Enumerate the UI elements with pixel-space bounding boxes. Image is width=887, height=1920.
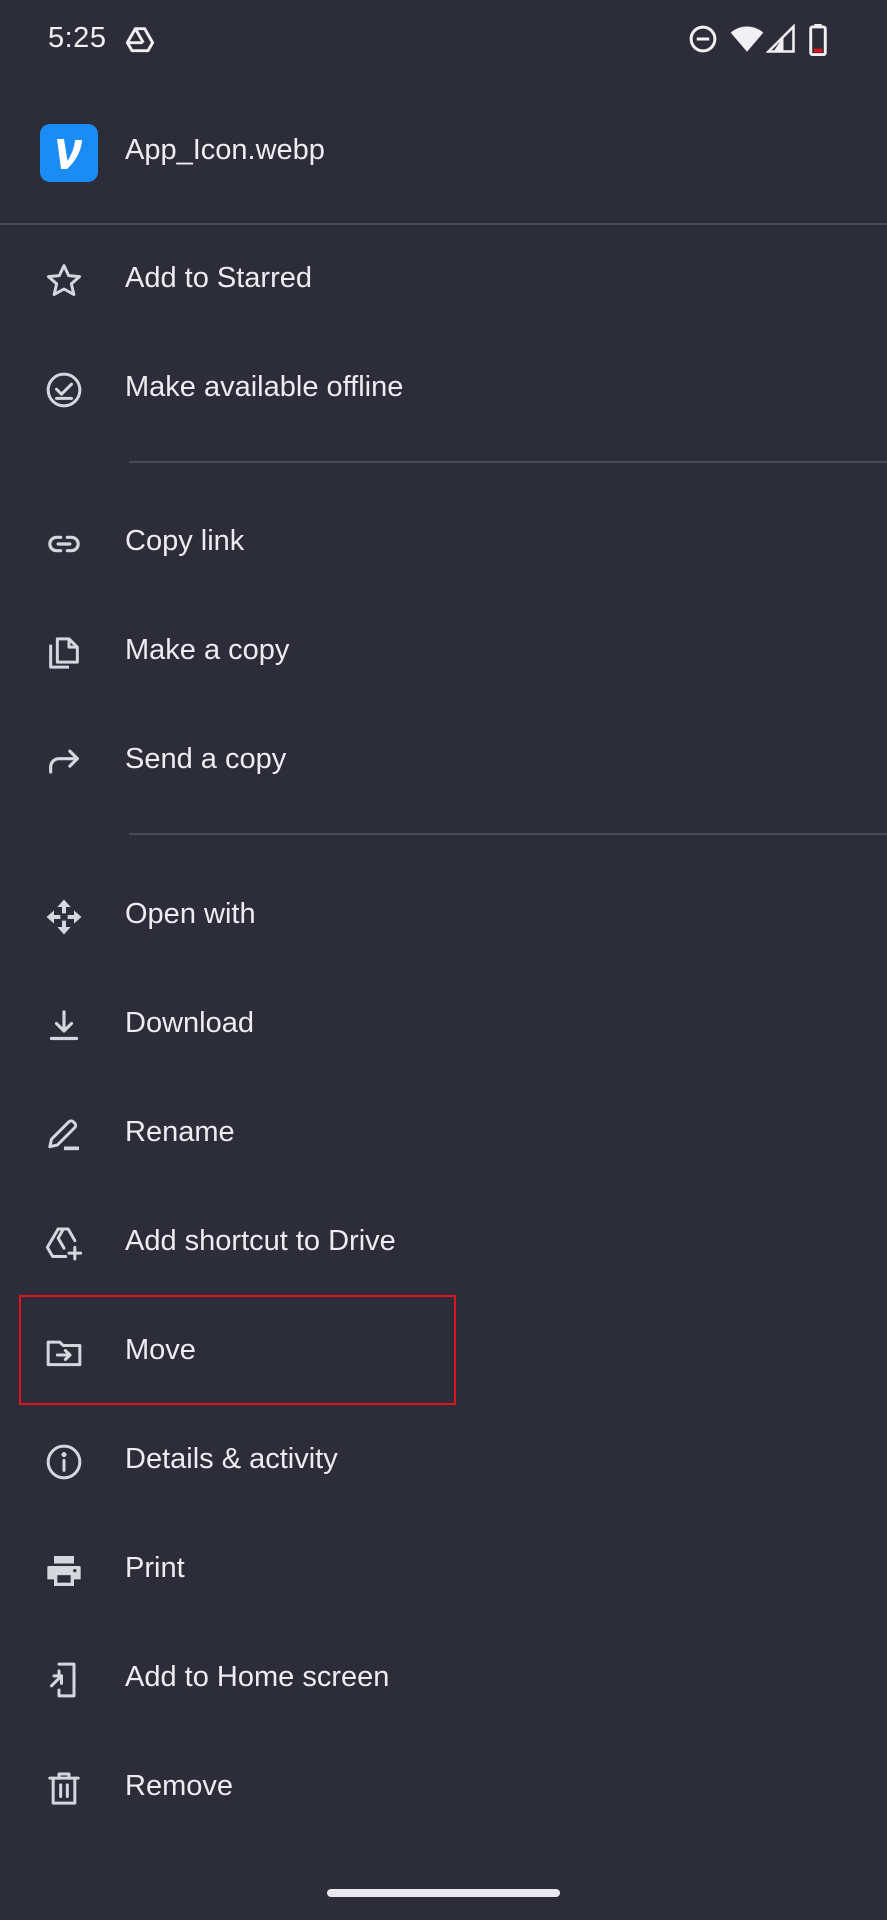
menu-item-label: Make available offline	[125, 371, 404, 403]
section-divider	[129, 461, 887, 463]
star-icon	[44, 261, 84, 301]
add-to-home-icon	[44, 1660, 84, 1700]
menu-item-add-to-home-screen[interactable]: Add to Home screen	[0, 1625, 887, 1733]
download-icon	[44, 1006, 84, 1046]
drive-notification-icon	[124, 24, 156, 56]
menu-item-label: Download	[125, 1007, 254, 1039]
trash-icon	[44, 1769, 84, 1809]
info-icon	[44, 1442, 84, 1482]
battery-icon	[808, 24, 828, 56]
file-header: App_Icon.webp	[0, 110, 887, 192]
menu-item-open-with[interactable]: Open with	[0, 862, 887, 970]
menu-item-copy-link[interactable]: Copy link	[0, 489, 887, 597]
menu-item-label: Print	[125, 1552, 185, 1584]
link-icon	[44, 524, 84, 564]
menu-item-rename[interactable]: Rename	[0, 1080, 887, 1188]
file-name: App_Icon.webp	[125, 134, 325, 166]
menu-item-add-shortcut-to-drive[interactable]: Add shortcut to Drive	[0, 1189, 887, 1297]
menu-item-label: Send a copy	[125, 743, 287, 775]
menu-item-remove[interactable]: Remove	[0, 1734, 887, 1842]
menu-item-make-available-offline[interactable]: Make available offline	[0, 335, 887, 443]
menu-item-send-a-copy[interactable]: Send a copy	[0, 707, 887, 815]
menu-item-label: Rename	[125, 1116, 235, 1148]
offline-check-icon	[44, 370, 84, 410]
share-arrow-icon	[44, 742, 84, 782]
header-divider	[0, 223, 887, 225]
home-gesture-bar[interactable]	[327, 1889, 560, 1897]
status-time: 5:25	[48, 22, 107, 54]
menu-item-print[interactable]: Print	[0, 1516, 887, 1624]
copy-icon	[44, 633, 84, 673]
signal-icon	[766, 24, 796, 54]
menu-item-label: Remove	[125, 1770, 233, 1802]
open-with-icon	[44, 897, 84, 937]
app-icon	[40, 124, 98, 182]
print-icon	[44, 1551, 84, 1591]
menu-item-label: Add to Starred	[125, 262, 312, 294]
menu-item-make-a-copy[interactable]: Make a copy	[0, 598, 887, 706]
status-bar: 5:25	[0, 0, 887, 82]
section-divider	[129, 833, 887, 835]
drive-shortcut-icon	[44, 1224, 84, 1264]
menu-item-add-to-starred[interactable]: Add to Starred	[0, 226, 887, 334]
menu-item-details-activity[interactable]: Details & activity	[0, 1407, 887, 1515]
menu-item-label: Details & activity	[125, 1443, 338, 1475]
wifi-icon	[730, 24, 764, 54]
menu-item-label: Copy link	[125, 525, 245, 557]
menu-item-download[interactable]: Download	[0, 971, 887, 1079]
move-highlight-box	[19, 1295, 456, 1405]
rename-pencil-icon	[44, 1115, 84, 1155]
menu-item-label: Add shortcut to Drive	[125, 1225, 396, 1257]
menu-item-label: Open with	[125, 898, 256, 930]
menu-item-label: Make a copy	[125, 634, 290, 666]
do-not-disturb-icon	[688, 24, 718, 54]
menu-item-label: Add to Home screen	[125, 1661, 390, 1693]
